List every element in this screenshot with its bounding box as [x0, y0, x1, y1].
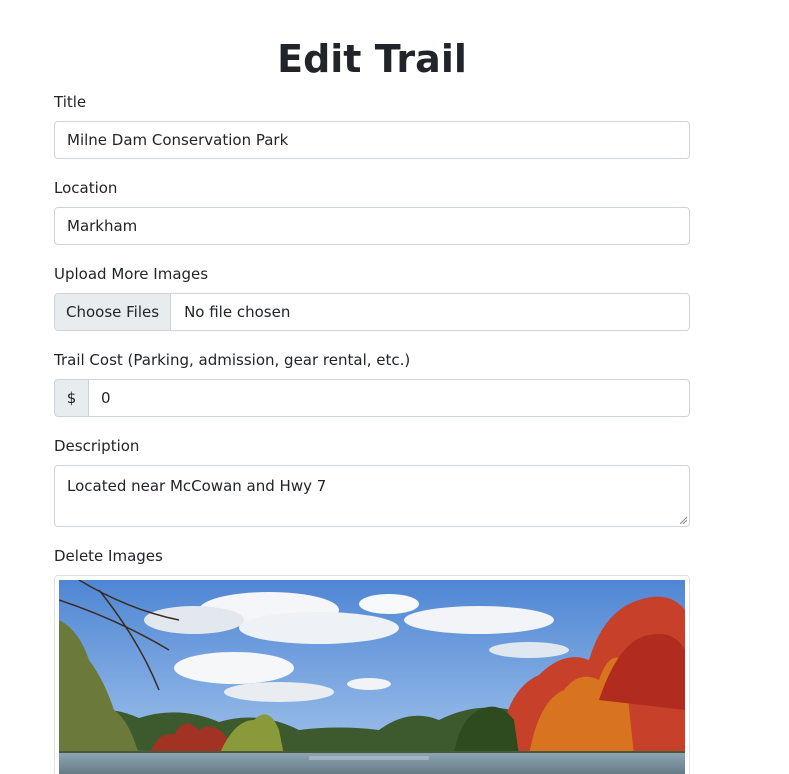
title-label: Title [54, 93, 87, 111]
title-input[interactable]: Milne Dam Conservation Park [54, 121, 690, 159]
choose-files-button[interactable]: Choose Files [55, 294, 172, 330]
currency-prefix: $ [54, 379, 88, 417]
file-status-text: No file chosen [184, 303, 291, 321]
delete-images-label: Delete Images [54, 547, 163, 565]
description-text: Located near McCowan and Hwy 7 [67, 477, 327, 495]
upload-images-label: Upload More Images [54, 265, 209, 283]
description-label: Description [54, 437, 140, 455]
trail-cost-label: Trail Cost (Parking, admission, gear ren… [54, 351, 411, 369]
location-label: Location [54, 179, 118, 197]
trail-photo [59, 580, 685, 774]
description-textarea[interactable]: Located near McCowan and Hwy 7 [54, 465, 690, 527]
textarea-resize-icon[interactable] [679, 516, 687, 524]
trail-cost-group: $ 0 [54, 379, 690, 417]
trail-image-thumbnail[interactable] [54, 575, 690, 774]
edit-trail-page: Edit Trail Title Milne Dam Conservation … [0, 0, 789, 774]
location-input[interactable]: Markham [54, 207, 690, 245]
trail-cost-input[interactable]: 0 [88, 379, 690, 417]
page-title: Edit Trail [277, 37, 467, 81]
image-file-input[interactable]: Choose Files No file chosen [54, 293, 690, 331]
